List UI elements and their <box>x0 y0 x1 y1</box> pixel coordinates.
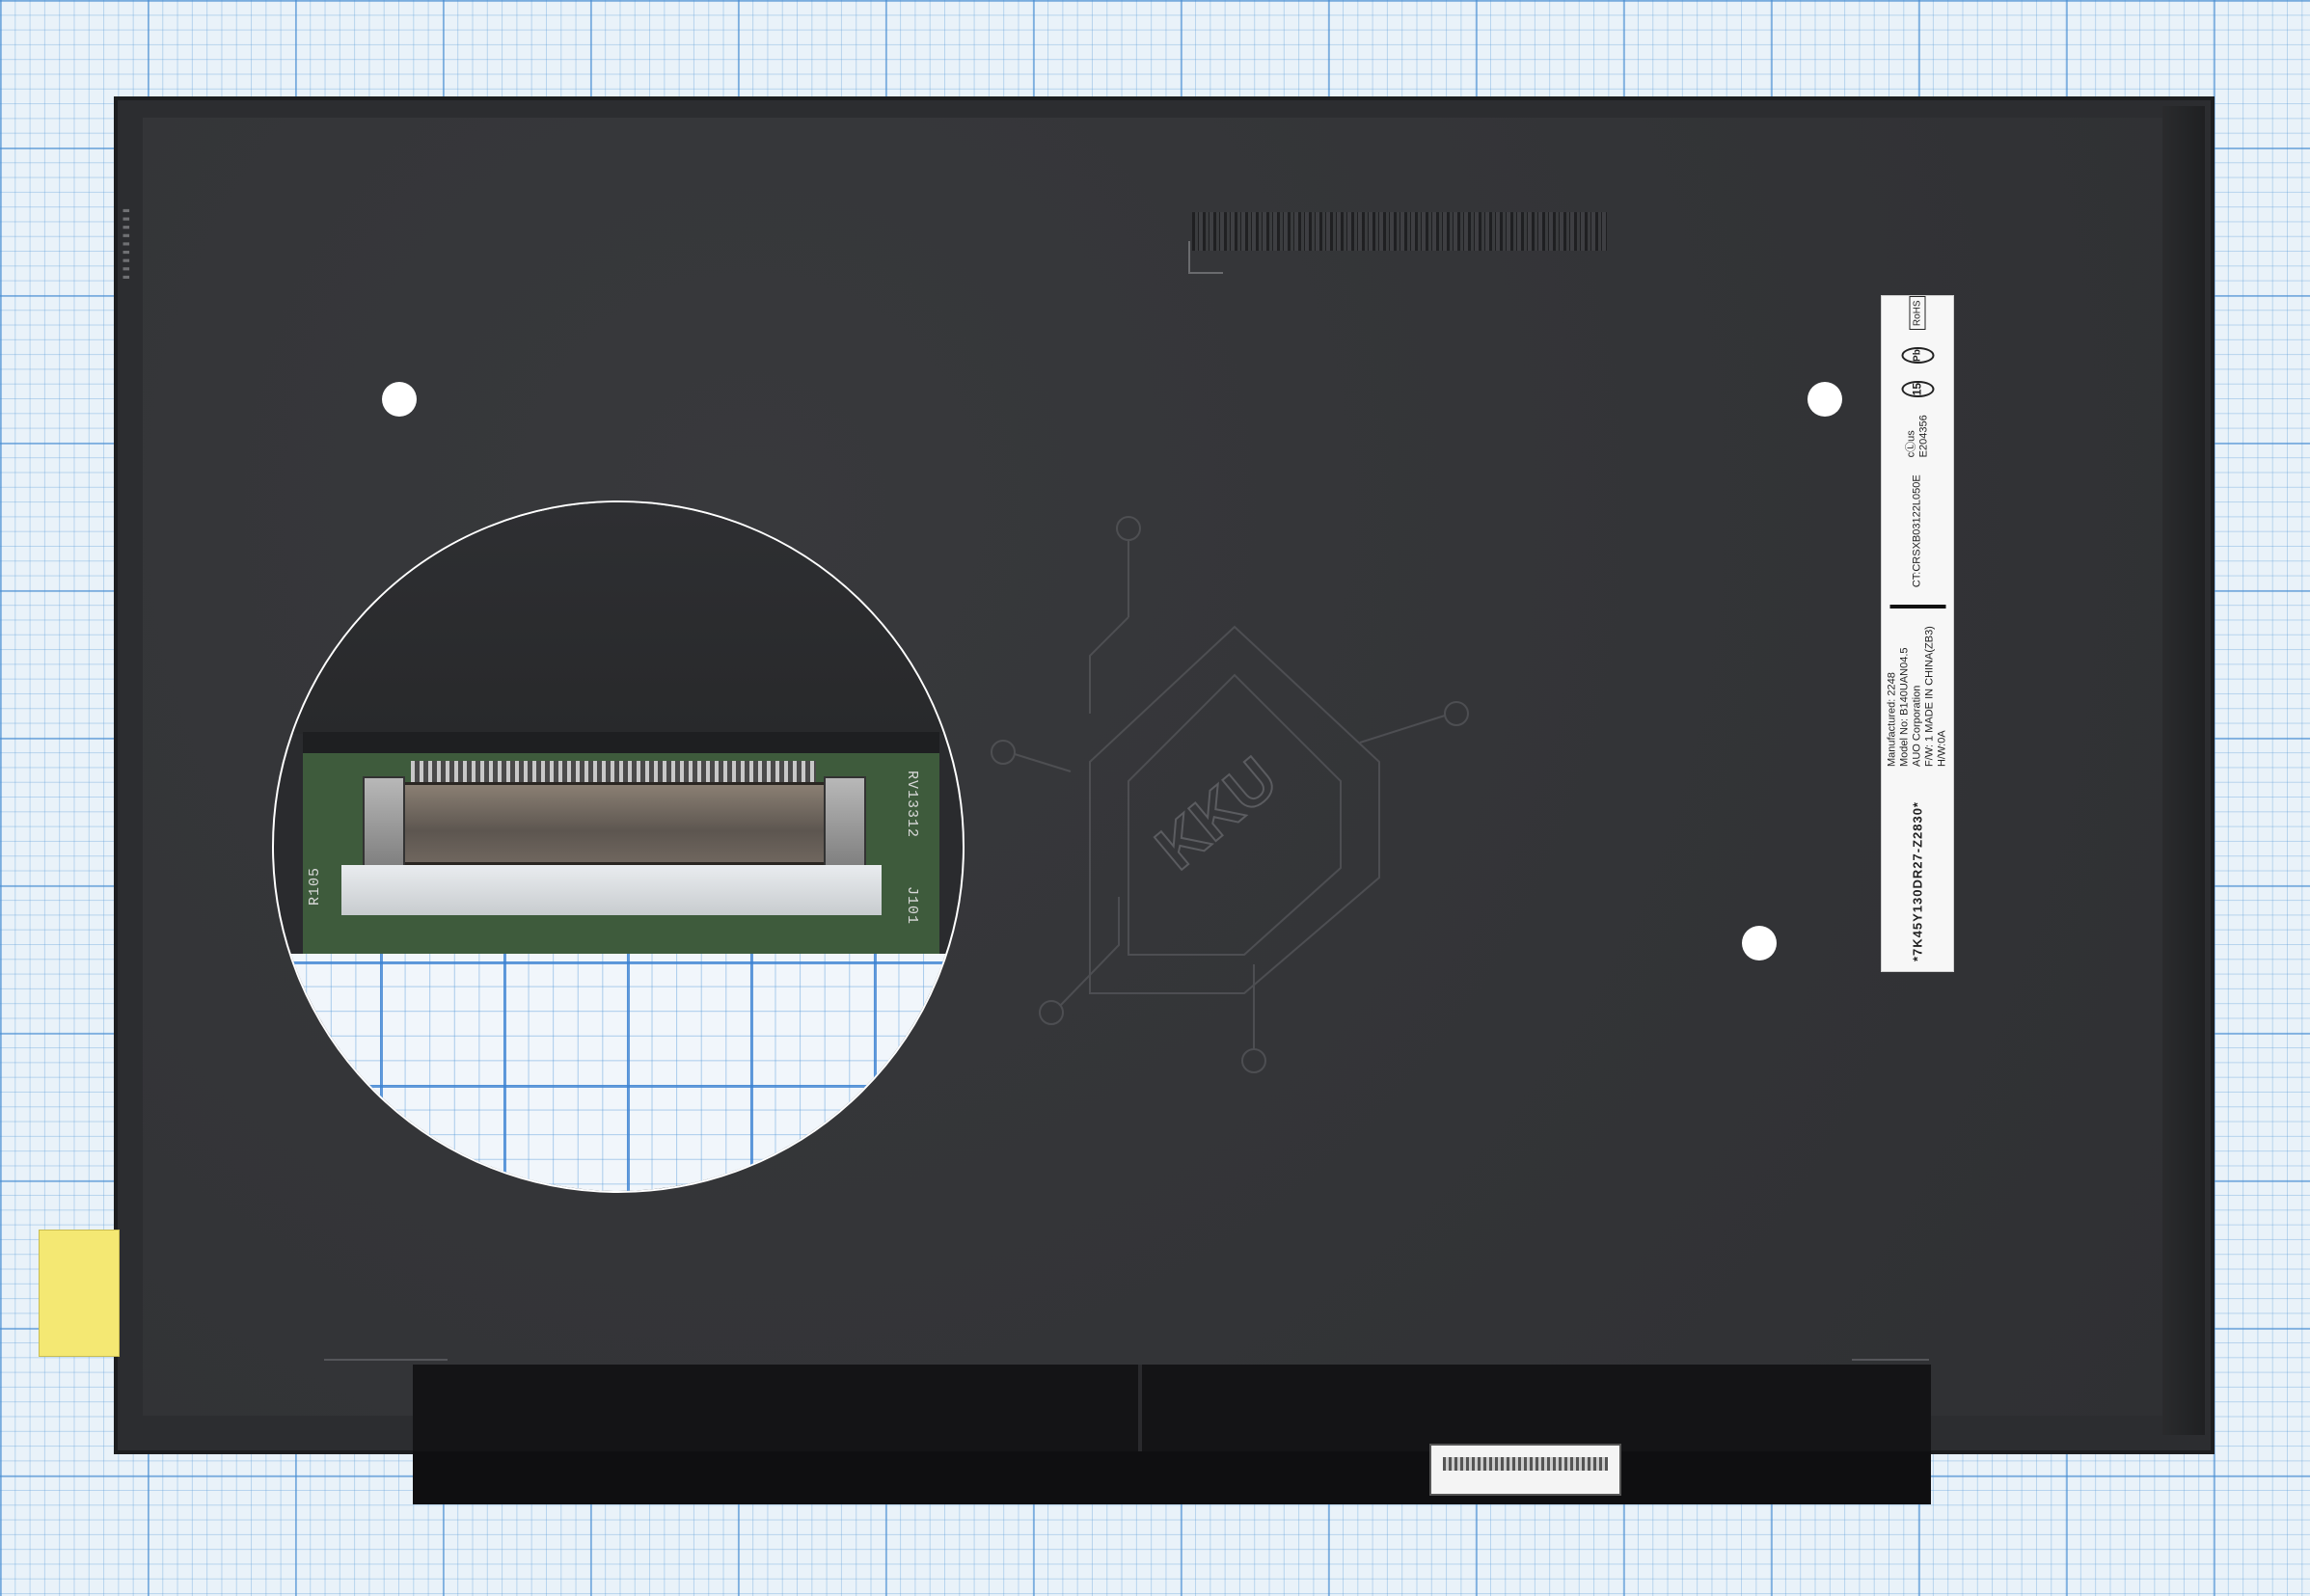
qr-code-icon <box>1889 605 1945 609</box>
mounting-hole-right <box>1807 382 1842 417</box>
zoom-grid-paper <box>274 954 963 1191</box>
corner-alignment-mark <box>1188 241 1223 274</box>
edp-connector <box>1429 1444 1621 1496</box>
bottom-pcb-cover <box>413 1365 1931 1504</box>
bottom-cover-lower <box>413 1451 1931 1504</box>
label-manufactured: Manufactured: 2248 <box>1886 672 1898 768</box>
label-corporation: AUO Corporation <box>1911 685 1923 768</box>
zoom-pcb: R105 RV13312 J101 <box>303 732 939 954</box>
connector-pins <box>1443 1457 1608 1471</box>
label-info-block: Manufactured: 2248 Model No: B140UAN04.5… <box>1887 626 1949 767</box>
label-content: *7K45Y130DR27-Z2830* Manufactured: 2248 … <box>1887 296 1949 961</box>
yellow-tape-tab <box>39 1230 120 1357</box>
panel-right-bevel <box>2162 106 2205 1435</box>
edge-line-right <box>1852 1359 1929 1361</box>
zoom-latch-left <box>363 776 405 877</box>
ul-number: E204356 <box>1917 415 1929 458</box>
label-hardware: H/W:0A <box>1936 730 1948 768</box>
pb-free-icon: Pb <box>1901 347 1934 364</box>
zoom-silk-right: RV13312 <box>904 771 920 839</box>
zoom-latch-right <box>824 776 866 877</box>
ul-mark: cⓁus <box>1905 430 1916 458</box>
mounting-hole-lower-right <box>1742 926 1777 960</box>
model-label-sticker: *7K45Y130DR27-Z2830* Manufactured: 2248 … <box>1881 295 1954 972</box>
cert-15-icon: 15 <box>1901 380 1934 398</box>
zoom-ribbon-cable <box>341 865 882 915</box>
zoom-pcb-edge <box>303 732 939 753</box>
label-barcode-text: *7K45Y130DR27-Z2830* <box>1910 801 1925 961</box>
zoom-connector-socket <box>390 782 841 865</box>
mounting-hole-left <box>382 382 417 417</box>
zoom-panel-area <box>274 502 963 734</box>
ul-block: cⓁus E204356 <box>1905 415 1930 457</box>
zoom-silk-j: J101 <box>904 886 920 926</box>
bottom-cover-seam <box>1138 1365 1142 1451</box>
label-code-vertical: CT:CRSXB03122L050E <box>1911 474 1923 588</box>
edge-line-left <box>324 1359 448 1361</box>
panel-edge-marking: ▮▮▮▮▮▮▮▮▮ <box>120 207 131 283</box>
rohs-mark: RoHS <box>1909 296 1926 331</box>
label-model-no: Model No: B140UAN04.5 <box>1898 647 1911 768</box>
zoom-silk-left: R105 <box>307 866 323 906</box>
connector-zoom-inset: R105 RV13312 J101 <box>272 500 965 1193</box>
label-firmware: F/W: 1 MADE IN CHINA(ZB3) <box>1923 626 1936 768</box>
label-row: *7K45Y130DR27-Z2830* Manufactured: 2248 … <box>1887 296 1949 961</box>
top-barcode-strip <box>1192 212 1607 251</box>
